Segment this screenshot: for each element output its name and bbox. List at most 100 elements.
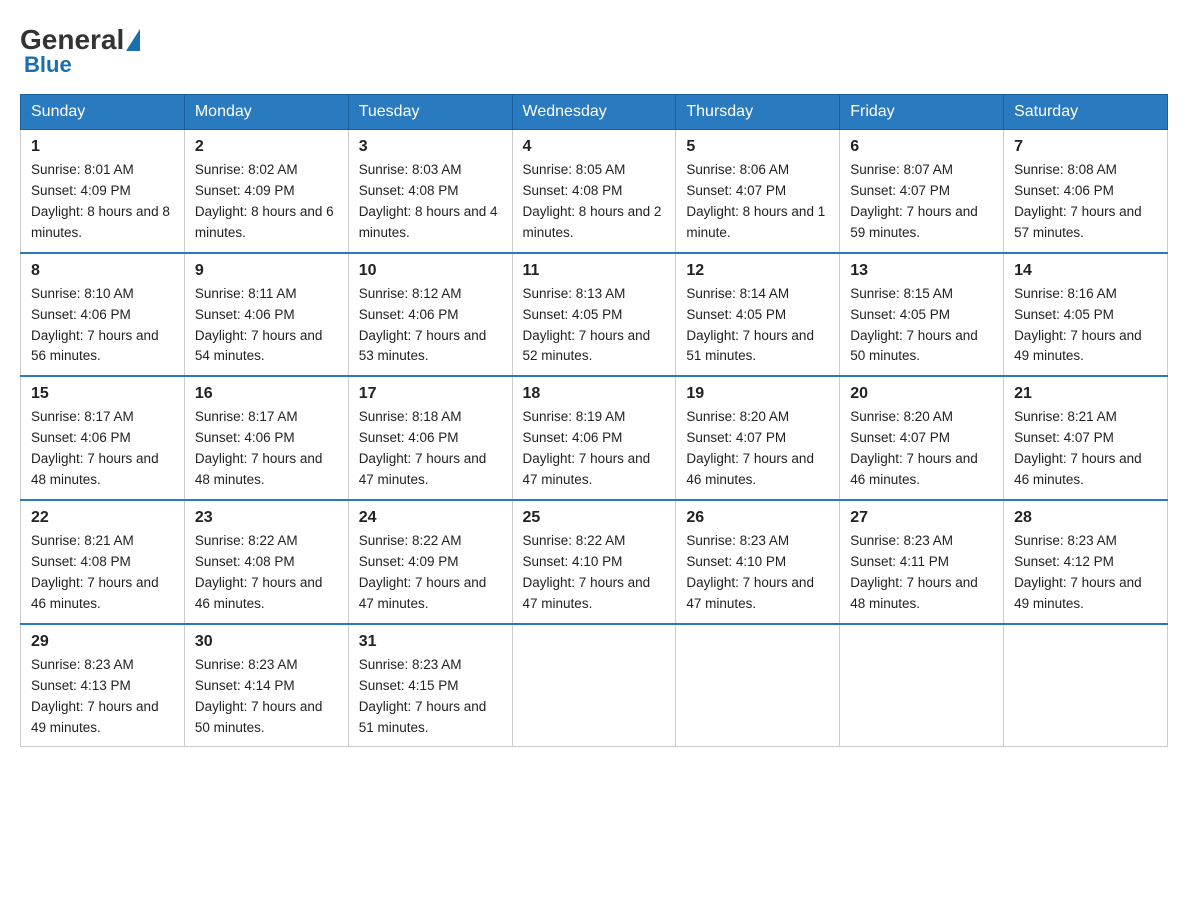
daylight-label: Daylight: 7 hours and 47 minutes. [523,451,651,487]
day-info: Sunrise: 8:23 AM Sunset: 4:11 PM Dayligh… [850,531,993,615]
day-info: Sunrise: 8:07 AM Sunset: 4:07 PM Dayligh… [850,160,993,244]
day-info: Sunrise: 8:02 AM Sunset: 4:09 PM Dayligh… [195,160,338,244]
sunset-label: Sunset: 4:06 PM [195,307,295,322]
sunset-label: Sunset: 4:08 PM [359,183,459,198]
weekday-header-tuesday: Tuesday [348,95,512,130]
sunset-label: Sunset: 4:14 PM [195,678,295,693]
sunset-label: Sunset: 4:09 PM [359,554,459,569]
day-info: Sunrise: 8:18 AM Sunset: 4:06 PM Dayligh… [359,407,502,491]
day-info: Sunrise: 8:06 AM Sunset: 4:07 PM Dayligh… [686,160,829,244]
calendar-cell [1004,624,1168,747]
sunset-label: Sunset: 4:06 PM [523,430,623,445]
calendar-cell: 14 Sunrise: 8:16 AM Sunset: 4:05 PM Dayl… [1004,253,1168,377]
sunset-label: Sunset: 4:06 PM [195,430,295,445]
sunset-label: Sunset: 4:06 PM [359,307,459,322]
logo-blue-text: Blue [24,52,72,78]
day-info: Sunrise: 8:08 AM Sunset: 4:06 PM Dayligh… [1014,160,1157,244]
calendar-cell: 26 Sunrise: 8:23 AM Sunset: 4:10 PM Dayl… [676,500,840,624]
day-number: 21 [1014,385,1157,403]
daylight-label: Daylight: 8 hours and 8 minutes. [31,204,170,240]
calendar-cell: 17 Sunrise: 8:18 AM Sunset: 4:06 PM Dayl… [348,376,512,500]
calendar-cell [840,624,1004,747]
sunset-label: Sunset: 4:07 PM [850,183,950,198]
daylight-label: Daylight: 7 hours and 46 minutes. [1014,451,1142,487]
sunrise-label: Sunrise: 8:23 AM [31,657,134,672]
weekday-header-sunday: Sunday [21,95,185,130]
calendar-cell: 19 Sunrise: 8:20 AM Sunset: 4:07 PM Dayl… [676,376,840,500]
calendar-cell: 20 Sunrise: 8:20 AM Sunset: 4:07 PM Dayl… [840,376,1004,500]
day-info: Sunrise: 8:01 AM Sunset: 4:09 PM Dayligh… [31,160,174,244]
daylight-label: Daylight: 8 hours and 2 minutes. [523,204,662,240]
calendar-cell: 18 Sunrise: 8:19 AM Sunset: 4:06 PM Dayl… [512,376,676,500]
sunset-label: Sunset: 4:07 PM [1014,430,1114,445]
sunrise-label: Sunrise: 8:15 AM [850,286,953,301]
logo: General Blue [20,24,142,78]
sunrise-label: Sunrise: 8:07 AM [850,162,953,177]
day-info: Sunrise: 8:21 AM Sunset: 4:08 PM Dayligh… [31,531,174,615]
sunset-label: Sunset: 4:11 PM [850,554,949,569]
day-number: 19 [686,385,829,403]
day-info: Sunrise: 8:10 AM Sunset: 4:06 PM Dayligh… [31,284,174,368]
weekday-header-thursday: Thursday [676,95,840,130]
day-info: Sunrise: 8:17 AM Sunset: 4:06 PM Dayligh… [195,407,338,491]
calendar-cell: 25 Sunrise: 8:22 AM Sunset: 4:10 PM Dayl… [512,500,676,624]
daylight-label: Daylight: 7 hours and 49 minutes. [1014,328,1142,364]
day-number: 20 [850,385,993,403]
sunset-label: Sunset: 4:05 PM [850,307,950,322]
day-number: 1 [31,138,174,156]
sunset-label: Sunset: 4:08 PM [523,183,623,198]
day-info: Sunrise: 8:23 AM Sunset: 4:14 PM Dayligh… [195,655,338,739]
daylight-label: Daylight: 7 hours and 49 minutes. [1014,575,1142,611]
sunrise-label: Sunrise: 8:03 AM [359,162,462,177]
sunrise-label: Sunrise: 8:17 AM [195,409,298,424]
logo-triangle-icon [126,29,140,51]
day-number: 12 [686,262,829,280]
sunrise-label: Sunrise: 8:23 AM [686,533,789,548]
calendar-cell: 6 Sunrise: 8:07 AM Sunset: 4:07 PM Dayli… [840,130,1004,253]
weekday-header-saturday: Saturday [1004,95,1168,130]
daylight-label: Daylight: 7 hours and 59 minutes. [850,204,978,240]
sunrise-label: Sunrise: 8:22 AM [195,533,298,548]
daylight-label: Daylight: 7 hours and 50 minutes. [850,328,978,364]
sunrise-label: Sunrise: 8:11 AM [195,286,297,301]
day-number: 10 [359,262,502,280]
sunset-label: Sunset: 4:13 PM [31,678,131,693]
day-info: Sunrise: 8:23 AM Sunset: 4:12 PM Dayligh… [1014,531,1157,615]
sunset-label: Sunset: 4:06 PM [31,307,131,322]
calendar-cell: 4 Sunrise: 8:05 AM Sunset: 4:08 PM Dayli… [512,130,676,253]
calendar-week-row: 15 Sunrise: 8:17 AM Sunset: 4:06 PM Dayl… [21,376,1168,500]
daylight-label: Daylight: 7 hours and 47 minutes. [359,451,487,487]
day-info: Sunrise: 8:11 AM Sunset: 4:06 PM Dayligh… [195,284,338,368]
daylight-label: Daylight: 7 hours and 47 minutes. [359,575,487,611]
day-number: 13 [850,262,993,280]
calendar-cell: 24 Sunrise: 8:22 AM Sunset: 4:09 PM Dayl… [348,500,512,624]
day-info: Sunrise: 8:15 AM Sunset: 4:05 PM Dayligh… [850,284,993,368]
daylight-label: Daylight: 7 hours and 46 minutes. [195,575,323,611]
daylight-label: Daylight: 7 hours and 57 minutes. [1014,204,1142,240]
sunset-label: Sunset: 4:07 PM [850,430,950,445]
day-number: 5 [686,138,829,156]
day-number: 4 [523,138,666,156]
day-number: 16 [195,385,338,403]
calendar-cell: 21 Sunrise: 8:21 AM Sunset: 4:07 PM Dayl… [1004,376,1168,500]
day-info: Sunrise: 8:23 AM Sunset: 4:10 PM Dayligh… [686,531,829,615]
calendar-cell: 30 Sunrise: 8:23 AM Sunset: 4:14 PM Dayl… [184,624,348,747]
day-info: Sunrise: 8:03 AM Sunset: 4:08 PM Dayligh… [359,160,502,244]
day-info: Sunrise: 8:14 AM Sunset: 4:05 PM Dayligh… [686,284,829,368]
daylight-label: Daylight: 7 hours and 48 minutes. [850,575,978,611]
sunset-label: Sunset: 4:06 PM [359,430,459,445]
day-info: Sunrise: 8:22 AM Sunset: 4:10 PM Dayligh… [523,531,666,615]
sunrise-label: Sunrise: 8:02 AM [195,162,298,177]
sunrise-label: Sunrise: 8:21 AM [1014,409,1117,424]
calendar-cell: 27 Sunrise: 8:23 AM Sunset: 4:11 PM Dayl… [840,500,1004,624]
sunset-label: Sunset: 4:05 PM [1014,307,1114,322]
sunset-label: Sunset: 4:07 PM [686,183,786,198]
weekday-header-wednesday: Wednesday [512,95,676,130]
daylight-label: Daylight: 7 hours and 47 minutes. [523,575,651,611]
sunset-label: Sunset: 4:10 PM [523,554,623,569]
day-number: 24 [359,509,502,527]
calendar-week-row: 8 Sunrise: 8:10 AM Sunset: 4:06 PM Dayli… [21,253,1168,377]
calendar-cell: 12 Sunrise: 8:14 AM Sunset: 4:05 PM Dayl… [676,253,840,377]
sunrise-label: Sunrise: 8:23 AM [850,533,953,548]
calendar-cell: 9 Sunrise: 8:11 AM Sunset: 4:06 PM Dayli… [184,253,348,377]
